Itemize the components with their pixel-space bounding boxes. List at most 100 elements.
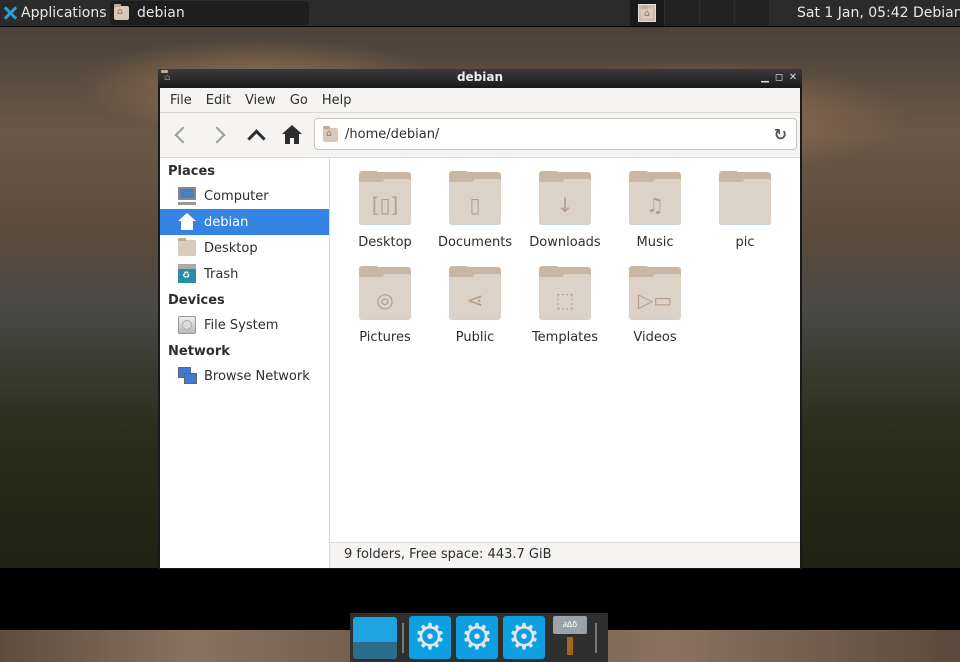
chevron-right-icon xyxy=(208,126,226,144)
sidebar-item-trash[interactable]: Trash xyxy=(160,261,329,287)
folder-share-icon: ⋖ xyxy=(449,266,501,321)
sidebar-item-file-system[interactable]: File System xyxy=(160,312,329,338)
menu-edit[interactable]: Edit xyxy=(204,93,238,108)
folder-label: Public xyxy=(455,330,495,345)
folder-label: pic xyxy=(735,235,755,250)
folder-template-icon: ⬚ xyxy=(539,266,591,321)
close-button[interactable]: ✕ xyxy=(788,69,798,86)
chevron-up-icon xyxy=(246,128,266,148)
folder-label: Desktop xyxy=(358,235,412,250)
toolbar: /home/debian/ ↻ xyxy=(160,113,800,158)
maximize-button[interactable]: ◻ xyxy=(774,69,784,86)
folder-item-pictures[interactable]: ◎ Pictures xyxy=(340,265,430,349)
menu-view[interactable]: View xyxy=(243,93,283,108)
home-button[interactable] xyxy=(277,121,307,149)
folder-item-videos[interactable]: ▷▭ Videos xyxy=(610,265,700,349)
sidebar-item-label: File System xyxy=(204,317,279,333)
workspace-2[interactable] xyxy=(665,0,700,26)
location-path[interactable]: /home/debian/ xyxy=(345,127,439,142)
folder-label: Templates xyxy=(531,330,599,345)
menu-go[interactable]: Go xyxy=(288,93,315,108)
sidebar-heading-places: Places xyxy=(168,164,216,179)
file-manager-window: debian ▁ ◻ ✕ File Edit View Go Help /hom… xyxy=(158,69,802,569)
parent-folder-button[interactable] xyxy=(241,121,271,149)
dock-tray-item[interactable]: ∂∆δ xyxy=(550,616,590,659)
folder-label: Documents xyxy=(437,235,513,250)
minimize-button[interactable]: ▁ xyxy=(760,69,770,86)
taskbar-window-button[interactable]: debian xyxy=(110,1,309,25)
folder-item-pic[interactable]: pic xyxy=(700,170,790,254)
xfce-logo-icon xyxy=(2,5,18,21)
folder-desktop-icon xyxy=(178,238,196,256)
workspace-switcher xyxy=(630,0,770,26)
folder-item-desktop[interactable]: [▯] Desktop xyxy=(340,170,430,254)
sidebar-item-label: Desktop xyxy=(204,240,258,256)
folder-label: Pictures xyxy=(359,330,411,345)
sidebar-heading-network: Network xyxy=(168,344,230,359)
sidebar-heading-devices: Devices xyxy=(168,293,225,308)
reload-icon[interactable]: ↻ xyxy=(774,125,787,144)
folder-home-icon xyxy=(323,126,338,142)
folder-desktop-icon: [▯] xyxy=(359,171,411,226)
sidebar-item-label: Computer xyxy=(204,188,269,204)
folder-home-icon xyxy=(114,4,129,20)
workspace-3[interactable] xyxy=(700,0,735,26)
sidebar-item-label: Trash xyxy=(204,266,239,282)
folder-item-documents[interactable]: ▯ Documents xyxy=(430,170,520,254)
gear-icon: ⚙ xyxy=(460,616,494,658)
sidebar-item-label: Browse Network xyxy=(204,368,310,384)
top-panel: Applications ⋮ debian Sat 1 Jan, 05:42 D… xyxy=(0,0,960,27)
icon-grid: [▯] Desktop ▯ Documents ↓ Downloads ♫ Music pic ◎… xyxy=(340,170,790,349)
network-icon xyxy=(178,367,197,385)
user-menu[interactable]: Debian xyxy=(913,0,960,26)
computer-icon xyxy=(178,187,196,205)
folder-icon xyxy=(719,171,771,226)
trash-icon xyxy=(178,264,196,283)
folder-label: Music xyxy=(636,235,674,250)
folder-camera-icon: ◎ xyxy=(359,266,411,321)
menu-file[interactable]: File xyxy=(168,93,199,108)
home-icon xyxy=(281,125,303,145)
dock-separator xyxy=(595,622,597,653)
folder-video-icon: ▷▭ xyxy=(629,266,681,321)
folder-item-downloads[interactable]: ↓ Downloads xyxy=(520,170,610,254)
applications-menu-button[interactable]: Applications ⋮ xyxy=(2,0,124,26)
gear-icon: ⚙ xyxy=(507,616,541,658)
workspace-4[interactable] xyxy=(735,0,770,26)
folder-item-public[interactable]: ⋖ Public xyxy=(430,265,520,349)
sidebar-item-browse-network[interactable]: Browse Network xyxy=(160,363,329,389)
dock-separator xyxy=(402,622,404,653)
sidebar: Places Computer debian Desktop Trash Dev… xyxy=(160,158,330,568)
dock-settings-button-1[interactable]: ⚙ xyxy=(409,616,451,659)
workspace-1[interactable] xyxy=(630,0,665,26)
taskbar-window-label: debian xyxy=(137,5,185,21)
dock-settings-button-3[interactable]: ⚙ xyxy=(503,616,545,659)
folder-item-templates[interactable]: ⬚ Templates xyxy=(520,265,610,349)
dock-settings-button-2[interactable]: ⚙ xyxy=(456,616,498,659)
location-bar[interactable]: /home/debian/ ↻ xyxy=(314,118,797,150)
folder-home-icon xyxy=(641,5,653,19)
signpost-icon: ∂∆δ xyxy=(553,616,587,634)
home-icon xyxy=(178,213,196,231)
folder-music-icon: ♫ xyxy=(629,171,681,226)
folder-label: Downloads xyxy=(529,235,601,250)
file-view[interactable]: [▯] Desktop ▯ Documents ↓ Downloads ♫ Music pic ◎… xyxy=(330,158,800,542)
applications-label: Applications xyxy=(21,5,107,21)
sidebar-item-desktop[interactable]: Desktop xyxy=(160,235,329,261)
folder-download-icon: ↓ xyxy=(539,171,591,226)
forward-button[interactable] xyxy=(204,121,234,149)
folder-item-music[interactable]: ♫ Music xyxy=(610,170,700,254)
back-button[interactable] xyxy=(166,121,196,149)
window-client: File Edit View Go Help /home/debian/ ↻ P… xyxy=(160,88,800,568)
window-titlebar[interactable]: debian ▁ ◻ ✕ xyxy=(158,69,802,86)
clock[interactable]: Sat 1 Jan, 05:42 xyxy=(797,0,909,26)
window-title: debian xyxy=(456,70,504,84)
menubar: File Edit View Go Help xyxy=(160,88,800,113)
sidebar-item-computer[interactable]: Computer xyxy=(160,183,329,209)
sidebar-item-debian[interactable]: debian xyxy=(160,209,329,235)
chevron-left-icon xyxy=(174,126,192,144)
menu-help[interactable]: Help xyxy=(320,93,359,108)
folder-label: Videos xyxy=(633,330,677,345)
show-desktop-button[interactable] xyxy=(353,616,397,659)
gear-icon: ⚙ xyxy=(413,616,447,658)
